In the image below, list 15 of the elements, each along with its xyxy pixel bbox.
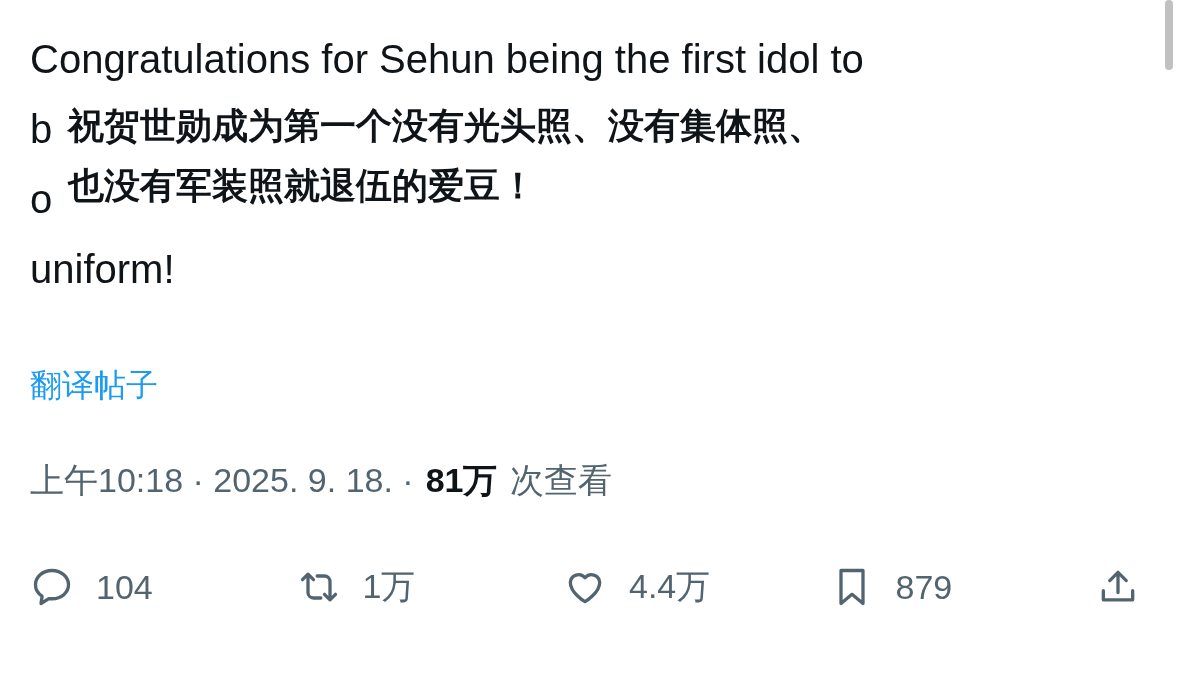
post-timestamp: 上午10:18 · 2025. 9. 18. · xyxy=(30,460,414,501)
view-count: 81万 xyxy=(425,460,498,501)
caption-line: 祝贺世勋成为第一个没有光头照、没有集体照、 xyxy=(68,104,824,148)
caption-line: 也没有军装照就退伍的爱豆！ xyxy=(68,164,537,208)
action-count: 879 xyxy=(895,567,953,607)
post-text-line: b xyxy=(30,106,53,153)
post-text-line: Congratulations for Sehun being the first idol to xyxy=(30,36,864,83)
post-text-line: o xyxy=(30,176,53,223)
action-count: 4.4万 xyxy=(629,566,711,607)
action-count: 1万 xyxy=(362,566,416,607)
action-count: 104 xyxy=(96,567,153,607)
post-text-line: uniform! xyxy=(30,246,175,293)
views-label: 次查看 xyxy=(509,460,612,501)
scrollbar-thumb[interactable] xyxy=(1165,0,1173,70)
translate-link[interactable]: 翻译帖子 xyxy=(30,367,158,403)
